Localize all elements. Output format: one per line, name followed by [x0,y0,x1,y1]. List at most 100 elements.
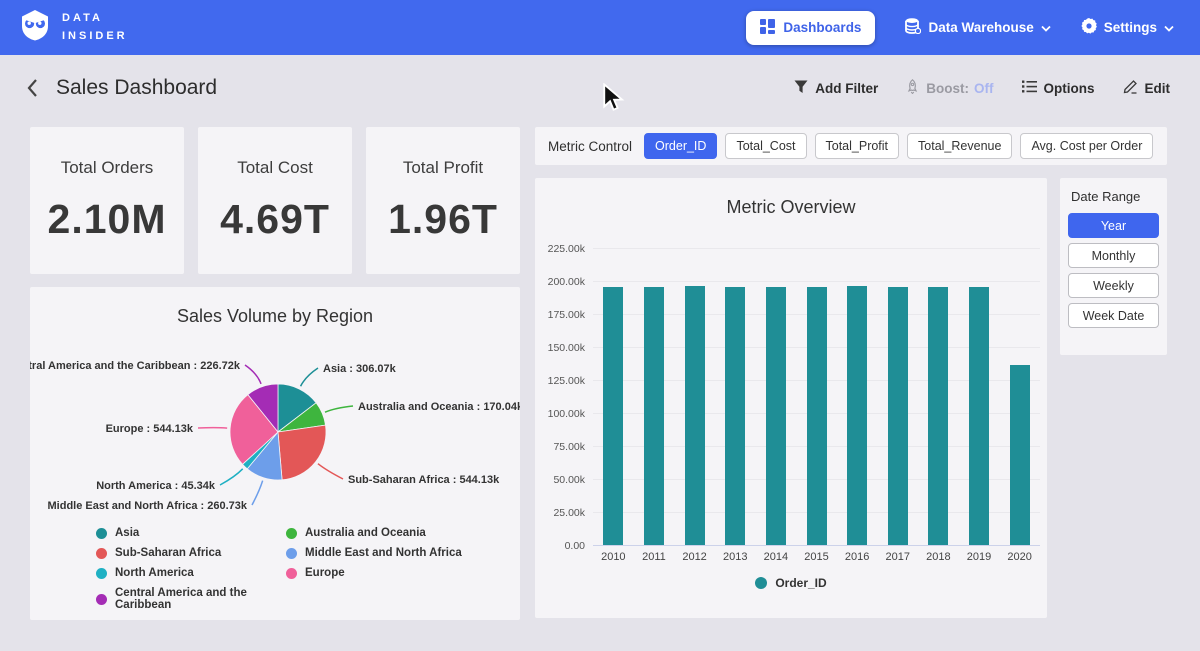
bar-chart-plot: 225.00k200.00k175.00k150.00k125.00k100.0… [593,248,1040,545]
pie-label-central-america-and-the-caribbean: Central America and the Caribbean : 226.… [30,360,241,372]
date-range-panel: Date Range Year Monthly Weekly Week Date [1060,178,1167,355]
legend-dot [96,548,107,559]
y-axis-tick: 75.00k [537,441,585,453]
y-axis-tick: 125.00k [537,375,585,387]
kpi-value: 1.96T [388,196,498,243]
metric-option-total-revenue[interactable]: Total_Revenue [907,133,1012,159]
x-axis-tick: 2014 [755,551,796,563]
pie-leader-line [220,469,243,485]
pie-legend-item-asia: Asia [96,527,282,539]
database-icon [905,18,921,37]
kpi-value: 4.69T [220,196,330,243]
gridline [593,248,1040,249]
kpi-card-0: Total Orders2.10M [30,127,184,274]
date-range-option-weekly[interactable]: Weekly [1068,273,1159,298]
x-axis-tick: 2018 [918,551,959,563]
legend-dot [96,568,107,579]
pie-legend-item-north-america: North America [96,567,282,579]
nav-data-warehouse-button[interactable]: Data Warehouse [905,18,1050,37]
kpi-card-1: Total Cost 4.69T [198,127,352,274]
options-button[interactable]: Options [1022,80,1095,96]
y-axis-tick: 200.00k [537,276,585,288]
filter-funnel-icon [794,80,808,97]
bar-2016[interactable] [847,286,867,546]
pie-leader-line [245,365,261,384]
bar-2012[interactable] [685,286,705,546]
boost-status: Off [974,81,994,96]
pie-slice-sub-saharan-africa[interactable] [278,425,326,480]
pie-legend-item-australia-and-oceania: Australia and Oceania [286,527,462,539]
y-axis-tick: 50.00k [537,474,585,486]
x-axis-tick: 2017 [877,551,918,563]
y-axis-tick: 100.00k [537,408,585,420]
chevron-down-icon [1164,20,1174,35]
bar-2019[interactable] [969,287,989,545]
add-filter-button[interactable]: Add Filter [794,80,878,97]
brand-name: DATA INSIDER [62,10,128,44]
pie-legend-item-sub-saharan-africa: Sub-Saharan Africa [96,547,282,559]
bar-2014[interactable] [766,287,786,545]
metric-option-total-profit[interactable]: Total_Profit [815,133,900,159]
bar-2020[interactable] [1010,365,1030,545]
gridline [593,545,1040,546]
kpi-label: Total Orders [61,158,154,178]
legend-dot [286,528,297,539]
metric-control-label: Metric Control [548,139,632,154]
bar-2015[interactable] [807,287,827,545]
pie-label-sub-saharan-africa: Sub-Saharan Africa : 544.13k [348,474,500,486]
top-navbar: DATA INSIDER Dashboards [0,0,1200,55]
page-header: Sales Dashboard Add Filter Boost: Off [0,55,1200,121]
metric-option-avg-cost-per-order[interactable]: Avg. Cost per Order [1020,133,1153,159]
owl-logo-icon [20,9,50,46]
chevron-down-icon [1041,20,1051,35]
bar-2010[interactable] [603,287,623,545]
rocket-icon [906,79,919,97]
pie-legend-item-middle-east-and-north-africa: Middle East and North Africa [286,547,462,559]
legend-dot [755,577,767,589]
bar-2018[interactable] [928,287,948,545]
nav-dashboards-button[interactable]: Dashboards [746,11,875,45]
kpi-label: Total Cost [237,158,313,178]
y-axis-tick: 175.00k [537,309,585,321]
boost-toggle[interactable]: Boost: Off [906,79,993,97]
y-axis-tick: 25.00k [537,507,585,519]
edit-button[interactable]: Edit [1123,79,1171,97]
bar-2017[interactable] [888,287,908,545]
metric-control-bar: Metric Control Order_ID Total_Cost Total_P… [535,127,1167,165]
x-axis-tick: 2015 [796,551,837,563]
pie-leader-line [252,481,263,505]
legend-dot [286,548,297,559]
pie-label-middle-east-and-north-africa: Middle East and North Africa : 260.73k [48,500,248,512]
pie-leader-line [325,406,353,412]
bar-2013[interactable] [725,287,745,545]
x-axis-tick: 2012 [674,551,715,563]
kpi-label: Total Profit [403,158,483,178]
metric-overview-chart-card: Metric Overview 225.00k200.00k175.00k150… [535,178,1047,618]
bar-2011[interactable] [644,287,664,545]
pie-label-asia: Asia : 306.07k [323,363,397,375]
pie-legend-item-europe: Europe [286,567,462,579]
page-title: Sales Dashboard [56,76,217,100]
legend-dot [96,594,107,605]
legend-dot [286,568,297,579]
y-axis-tick: 0.00 [537,540,585,552]
date-range-options: Year Monthly Weekly Week Date [1068,213,1159,328]
kpi-row: Total Orders2.10M Total Cost 4.69T Total Pr… [30,127,520,274]
gear-icon [1081,18,1097,37]
date-range-option-year[interactable]: Year [1068,213,1159,238]
metric-option-total-cost[interactable]: Total_Cost [725,133,806,159]
x-axis-tick: 2010 [593,551,634,563]
date-range-label: Date Range [1071,189,1159,204]
x-axis-tick: 2020 [999,551,1040,563]
date-range-option-monthly[interactable]: Monthly [1068,243,1159,268]
nav-settings-button[interactable]: Settings [1081,18,1174,37]
kpi-card-2: Total Profit 1.96T [366,127,520,274]
metric-control-options: Order_ID Total_Cost Total_Profit Total_Reve… [644,133,1153,159]
pie-label-australia-and-oceania: Australia and Oceania : 170.04k [358,401,520,413]
metric-option-order-id[interactable]: Order_ID [644,133,717,159]
back-button[interactable] [26,78,38,98]
sales-volume-chart-card: Sales Volume by Region Asia : 306.07kAus… [30,287,520,620]
pie-leader-line [301,368,318,386]
x-axis-tick: 2016 [837,551,878,563]
date-range-option-week-date[interactable]: Week Date [1068,303,1159,328]
